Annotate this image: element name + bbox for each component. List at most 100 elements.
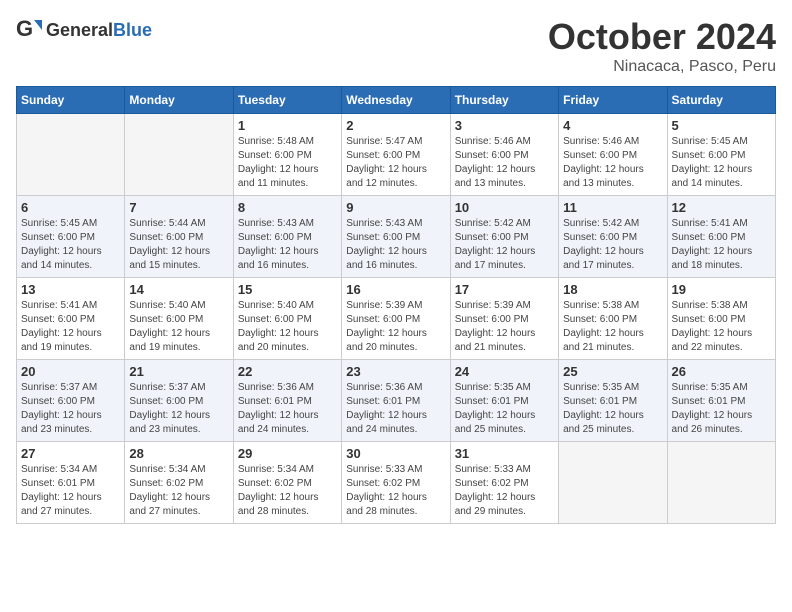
location-title: Ninacaca, Pasco, Peru — [548, 58, 776, 76]
calendar-cell: 6Sunrise: 5:45 AMSunset: 6:00 PMDaylight… — [17, 196, 125, 278]
page-header: G GeneralBlue October 2024 Ninacaca, Pas… — [16, 16, 776, 76]
calendar-cell: 11 Sunrise: 5:42 AMSunset: 6:00 PMDayligh… — [559, 196, 667, 278]
day-info: Sunrise: 5:42 AMSunset: 6:00 PMDaylight:… — [455, 217, 554, 273]
day-info: Sunrise: 5:34 AMSunset: 6:01 PMDaylight:… — [21, 463, 120, 519]
day-number: 12 — [672, 200, 771, 215]
day-number: 15 — [238, 282, 337, 297]
day-number: 9 — [346, 200, 445, 215]
calendar-cell: 25 Sunrise: 5:35 AMSunset: 6:01 PMDayligh… — [559, 360, 667, 442]
calendar-cell: 28Sunrise: 5:34 AMSunset: 6:02 PMDayligh… — [125, 442, 233, 524]
day-number: 19 — [672, 282, 771, 297]
calendar-cell: 14 Sunrise: 5:40 AMSunset: 6:00 PMDayligh… — [125, 278, 233, 360]
calendar-cell: 23Sunrise: 5:36 AMSunset: 6:01 PMDayligh… — [342, 360, 450, 442]
calendar-cell: 26 Sunrise: 5:35 AMSunset: 6:01 PMDayligh… — [667, 360, 775, 442]
weekday-header-monday: Monday — [125, 87, 233, 114]
calendar-cell: 5Sunrise: 5:45 AMSunset: 6:00 PMDaylight… — [667, 114, 775, 196]
calendar-cell: 30Sunrise: 5:33 AMSunset: 6:02 PMDayligh… — [342, 442, 450, 524]
day-info: Sunrise: 5:33 AMSunset: 6:02 PMDaylight:… — [346, 463, 445, 519]
day-number: 22 — [238, 364, 337, 379]
logo: G GeneralBlue — [16, 16, 152, 44]
calendar-week-row: 1 Sunrise: 5:48 AMSunset: 6:00 PMDaylight… — [17, 114, 776, 196]
calendar-week-row: 13Sunrise: 5:41 AMSunset: 6:00 PMDayligh… — [17, 278, 776, 360]
calendar-cell: 4Sunrise: 5:46 AMSunset: 6:00 PMDaylight… — [559, 114, 667, 196]
day-number: 4 — [563, 118, 662, 133]
day-info: Sunrise: 5:48 AMSunset: 6:00 PMDaylight:… — [238, 135, 337, 191]
day-number: 25 — [563, 364, 662, 379]
weekday-header-saturday: Saturday — [667, 87, 775, 114]
day-info: Sunrise: 5:39 AMSunset: 6:00 PMDaylight:… — [455, 299, 554, 355]
day-info: Sunrise: 5:35 AMSunset: 6:01 PMDaylight:… — [672, 381, 771, 437]
svg-text:G: G — [16, 16, 33, 41]
weekday-header-thursday: Thursday — [450, 87, 558, 114]
calendar-cell: 2 Sunrise: 5:47 AMSunset: 6:00 PMDaylight… — [342, 114, 450, 196]
day-number: 1 — [238, 118, 337, 133]
day-info: Sunrise: 5:40 AMSunset: 6:00 PMDaylight:… — [238, 299, 337, 355]
day-info: Sunrise: 5:43 AMSunset: 6:00 PMDaylight:… — [238, 217, 337, 273]
calendar-cell: 17Sunrise: 5:39 AMSunset: 6:00 PMDayligh… — [450, 278, 558, 360]
calendar-cell: 1 Sunrise: 5:48 AMSunset: 6:00 PMDaylight… — [233, 114, 341, 196]
calendar-cell — [667, 442, 775, 524]
calendar-cell: 16 Sunrise: 5:39 AMSunset: 6:00 PMDayligh… — [342, 278, 450, 360]
calendar-cell: 3Sunrise: 5:46 AMSunset: 6:00 PMDaylight… — [450, 114, 558, 196]
day-number: 21 — [129, 364, 228, 379]
day-info: Sunrise: 5:35 AMSunset: 6:01 PMDaylight:… — [563, 381, 662, 437]
day-info: Sunrise: 5:41 AMSunset: 6:00 PMDaylight:… — [672, 217, 771, 273]
day-number: 18 — [563, 282, 662, 297]
day-number: 7 — [129, 200, 228, 215]
day-info: Sunrise: 5:40 AMSunset: 6:00 PMDaylight:… — [129, 299, 228, 355]
calendar-table: SundayMondayTuesdayWednesdayThursdayFrid… — [16, 86, 776, 524]
calendar-cell: 10 Sunrise: 5:42 AMSunset: 6:00 PMDayligh… — [450, 196, 558, 278]
calendar-cell — [559, 442, 667, 524]
day-info: Sunrise: 5:46 AMSunset: 6:00 PMDaylight:… — [455, 135, 554, 191]
logo-general-text: General — [46, 20, 113, 40]
calendar-cell: 29Sunrise: 5:34 AMSunset: 6:02 PMDayligh… — [233, 442, 341, 524]
day-number: 2 — [346, 118, 445, 133]
calendar-cell: 7 Sunrise: 5:44 AMSunset: 6:00 PMDaylight… — [125, 196, 233, 278]
calendar-header: SundayMondayTuesdayWednesdayThursdayFrid… — [17, 87, 776, 114]
weekday-header-friday: Friday — [559, 87, 667, 114]
calendar-cell: 9 Sunrise: 5:43 AMSunset: 6:00 PMDaylight… — [342, 196, 450, 278]
calendar-cell: 21 Sunrise: 5:37 AMSunset: 6:00 PMDayligh… — [125, 360, 233, 442]
day-number: 23 — [346, 364, 445, 379]
title-area: October 2024 Ninacaca, Pasco, Peru — [548, 16, 776, 76]
calendar-body: 1 Sunrise: 5:48 AMSunset: 6:00 PMDaylight… — [17, 114, 776, 524]
weekday-header-tuesday: Tuesday — [233, 87, 341, 114]
weekday-header-row: SundayMondayTuesdayWednesdayThursdayFrid… — [17, 87, 776, 114]
day-number: 27 — [21, 446, 120, 461]
day-number: 10 — [455, 200, 554, 215]
day-number: 14 — [129, 282, 228, 297]
day-info: Sunrise: 5:36 AMSunset: 6:01 PMDaylight:… — [238, 381, 337, 437]
day-number: 26 — [672, 364, 771, 379]
day-number: 28 — [129, 446, 228, 461]
day-info: Sunrise: 5:47 AMSunset: 6:00 PMDaylight:… — [346, 135, 445, 191]
day-info: Sunrise: 5:45 AMSunset: 6:00 PMDaylight:… — [672, 135, 771, 191]
day-number: 24 — [455, 364, 554, 379]
logo-blue-text: Blue — [113, 20, 152, 40]
calendar-week-row: 27 Sunrise: 5:34 AMSunset: 6:01 PMDayligh… — [17, 442, 776, 524]
logo-icon: G — [16, 16, 44, 44]
day-number: 16 — [346, 282, 445, 297]
calendar-cell: 13Sunrise: 5:41 AMSunset: 6:00 PMDayligh… — [17, 278, 125, 360]
day-number: 20 — [21, 364, 120, 379]
calendar-week-row: 20 Sunrise: 5:37 AMSunset: 6:00 PMDayligh… — [17, 360, 776, 442]
day-info: Sunrise: 5:42 AMSunset: 6:00 PMDaylight:… — [563, 217, 662, 273]
calendar-cell: 20Sunrise: 5:37 AMSunset: 6:00 PMDayligh… — [17, 360, 125, 442]
day-info: Sunrise: 5:38 AMSunset: 6:00 PMDaylight:… — [563, 299, 662, 355]
calendar-cell: 27 Sunrise: 5:34 AMSunset: 6:01 PMDayligh… — [17, 442, 125, 524]
day-number: 11 — [563, 200, 662, 215]
day-info: Sunrise: 5:41 AMSunset: 6:00 PMDaylight:… — [21, 299, 120, 355]
weekday-header-wednesday: Wednesday — [342, 87, 450, 114]
day-info: Sunrise: 5:37 AMSunset: 6:00 PMDaylight:… — [129, 381, 228, 437]
weekday-header-sunday: Sunday — [17, 87, 125, 114]
calendar-cell — [125, 114, 233, 196]
day-number: 6 — [21, 200, 120, 215]
day-info: Sunrise: 5:44 AMSunset: 6:00 PMDaylight:… — [129, 217, 228, 273]
day-info: Sunrise: 5:39 AMSunset: 6:00 PMDaylight:… — [346, 299, 445, 355]
calendar-cell: 15 Sunrise: 5:40 AMSunset: 6:00 PMDayligh… — [233, 278, 341, 360]
day-info: Sunrise: 5:35 AMSunset: 6:01 PMDaylight:… — [455, 381, 554, 437]
calendar-cell: 12 Sunrise: 5:41 AMSunset: 6:00 PMDayligh… — [667, 196, 775, 278]
day-info: Sunrise: 5:34 AMSunset: 6:02 PMDaylight:… — [238, 463, 337, 519]
day-info: Sunrise: 5:43 AMSunset: 6:00 PMDaylight:… — [346, 217, 445, 273]
day-number: 31 — [455, 446, 554, 461]
calendar-cell: 22 Sunrise: 5:36 AMSunset: 6:01 PMDayligh… — [233, 360, 341, 442]
